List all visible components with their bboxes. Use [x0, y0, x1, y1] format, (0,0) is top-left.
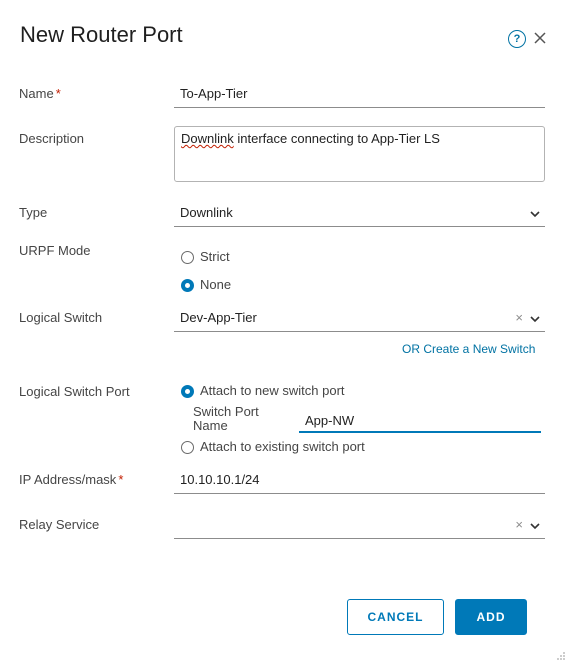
- name-input[interactable]: To-App-Tier: [174, 86, 545, 108]
- description-label: Description: [19, 131, 85, 146]
- type-label: Type: [19, 205, 48, 220]
- clear-icon[interactable]: ×: [515, 517, 523, 532]
- relay-service-select[interactable]: ×: [174, 517, 545, 539]
- urpf-strict-radio[interactable]: [181, 251, 194, 264]
- chevron-down-icon: [530, 523, 540, 530]
- resize-handle-icon[interactable]: [556, 651, 566, 661]
- attach-existing-port-label: Attach to existing switch port: [200, 439, 365, 454]
- urpf-strict-label: Strict: [200, 249, 230, 264]
- cancel-button[interactable]: CANCEL: [347, 599, 444, 635]
- ip-address-label: IP Address/mask *: [19, 472, 124, 487]
- chevron-down-icon: [530, 211, 540, 218]
- create-new-switch-link[interactable]: OR Create a New Switch: [402, 342, 535, 356]
- logical-switch-port-label: Logical Switch Port: [19, 384, 130, 399]
- add-button[interactable]: ADD: [455, 599, 527, 635]
- urpf-mode-label: URPF Mode: [19, 243, 91, 258]
- relay-service-label: Relay Service: [19, 517, 100, 532]
- chevron-down-icon: [530, 316, 540, 323]
- clear-icon[interactable]: ×: [515, 310, 523, 325]
- help-circle-icon[interactable]: ?: [508, 30, 526, 48]
- attach-existing-port-radio[interactable]: [181, 441, 194, 454]
- description-textarea[interactable]: Downlink interface connecting to App-Tie…: [174, 126, 545, 182]
- switch-port-name-label: Switch Port Name: [193, 404, 259, 433]
- urpf-none-label: None: [200, 277, 232, 292]
- dialog-title: New Router Port: [20, 22, 183, 47]
- ip-address-input[interactable]: 10.10.10.1/24: [174, 472, 545, 494]
- close-icon[interactable]: [531, 29, 549, 47]
- name-label: Name *: [19, 86, 61, 101]
- new-router-port-dialog: New Router Port ? Name * To-App-Tier Desc…: [0, 0, 568, 663]
- attach-new-port-radio[interactable]: [181, 385, 194, 398]
- urpf-none-radio[interactable]: [181, 279, 194, 292]
- attach-new-port-label: Attach to new switch port: [200, 383, 345, 398]
- logical-switch-label: Logical Switch: [19, 310, 103, 325]
- logical-switch-select[interactable]: Dev-App-Tier ×: [174, 310, 545, 332]
- type-select[interactable]: Downlink: [174, 205, 545, 227]
- switch-port-name-input[interactable]: App-NW: [299, 410, 541, 433]
